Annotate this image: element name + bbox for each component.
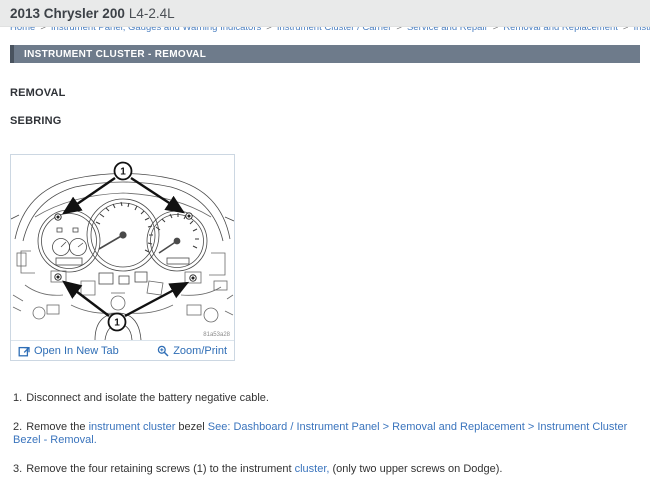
breadcrumb-separator: >	[396, 27, 402, 33]
open-in-new-icon	[18, 346, 30, 356]
step-inline-link[interactable]: instrument cluster	[89, 421, 176, 433]
breadcrumb-item[interactable]: Removal and Replacement	[503, 27, 618, 33]
breadcrumb-separator: >	[266, 27, 272, 33]
heading-removal: REMOVAL	[10, 87, 66, 99]
callout-1-bottom: 1	[107, 312, 127, 332]
open-in-new-tab-link[interactable]: Open In New Tab	[18, 345, 119, 357]
breadcrumb-separator: >	[40, 27, 46, 33]
breadcrumb: Home > Instrument Panel, Gauges and Warnin…	[0, 27, 650, 36]
step-number: 3.	[13, 463, 23, 475]
figure-code: 81a53a28	[203, 332, 230, 338]
cluster-line-art: 1 1 81a53a28	[11, 161, 234, 340]
step-text: bezel	[175, 421, 208, 433]
breadcrumb-items: Home > Instrument Panel, Gauges and Warnin…	[10, 27, 650, 35]
figure-toolbar: Open In New Tab Zoom/Print	[11, 340, 234, 360]
vehicle-title: 2013 Chrysler 200	[10, 5, 125, 21]
breadcrumb-separator: >	[492, 27, 499, 33]
figure-panel: 1 1 81a53a28 Open In New Tab Zoom/Print	[10, 154, 235, 361]
step-text: Remove the	[26, 421, 89, 433]
procedure-step: 3. Remove the four retaining screws (1) t…	[13, 463, 650, 476]
step-text: (only two upper screws on Dodge).	[329, 463, 503, 475]
breadcrumb-separator: >	[622, 27, 629, 33]
vehicle-title-bar: 2013 Chrysler 200 L4-2.4L	[0, 0, 650, 27]
procedure-step: 2. Remove the instrument cluster bezel Se…	[13, 421, 650, 447]
section-header-bar: INSTRUMENT CLUSTER - REMOVAL	[10, 45, 640, 63]
breadcrumb-item[interactable]: Instrument Cluster / Carrier	[277, 27, 392, 33]
instrument-cluster-diagram[interactable]: 1 1 81a53a28	[11, 155, 234, 340]
callout-1-top: 1	[113, 161, 133, 181]
step-number: 1.	[13, 392, 23, 404]
procedure-step: 1. Disconnect and isolate the battery neg…	[13, 392, 650, 405]
step-number: 2.	[13, 421, 23, 433]
open-in-new-tab-label: Open In New Tab	[34, 344, 119, 357]
svg-text:1: 1	[114, 318, 120, 329]
breadcrumb-item[interactable]: Home	[10, 27, 35, 33]
vehicle-engine: L4-2.4L	[128, 5, 175, 21]
breadcrumb-item[interactable]: Instrument Panel, Gauges and Warning Ind…	[51, 27, 261, 33]
breadcrumb-item[interactable]: Instrument Cluster - Removal	[633, 27, 650, 33]
breadcrumb-item[interactable]: Service and Repair	[407, 27, 488, 33]
step-inline-link[interactable]: cluster,	[295, 463, 330, 475]
step-text: Remove the four retaining screws (1) to …	[26, 463, 295, 475]
step-text: Disconnect and isolate the battery negat…	[26, 392, 269, 404]
retaining-screws	[50, 212, 202, 284]
heading-sebring: SEBRING	[10, 115, 62, 127]
procedure-steps: 1. Disconnect and isolate the battery neg…	[13, 392, 650, 476]
section-header-label: INSTRUMENT CLUSTER - REMOVAL	[24, 48, 207, 60]
magnifier-icon	[157, 345, 169, 357]
svg-text:1: 1	[120, 167, 126, 178]
zoom-print-link[interactable]: Zoom/Print	[157, 345, 227, 357]
zoom-print-label: Zoom/Print	[173, 344, 227, 357]
